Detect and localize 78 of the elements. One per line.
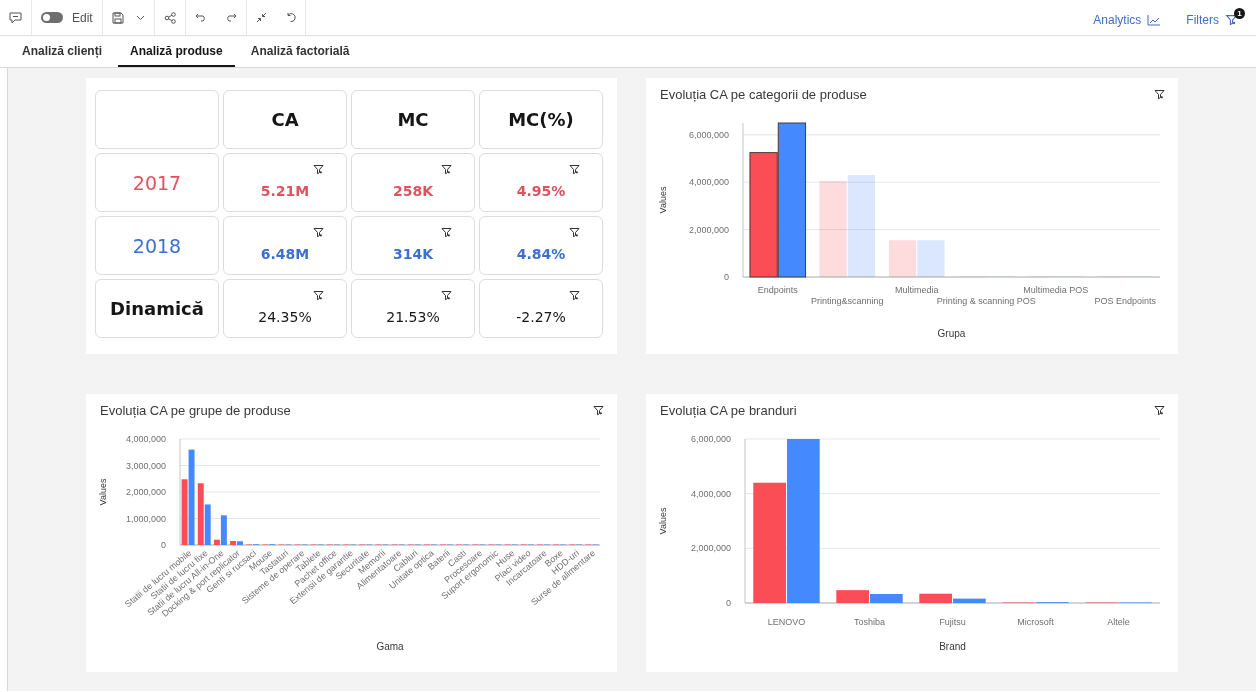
axis-tick-label: 2,000,000 — [688, 224, 729, 235]
axis-tick-label: 3,000,000 — [125, 460, 166, 471]
edit-label: Edit — [72, 10, 93, 25]
axis-tick-label: Printing & scanning POS — [936, 296, 1036, 306]
axis-tick-label: 6,000,000 — [688, 129, 729, 140]
filter-icon — [1225, 14, 1238, 26]
axis-tick-label: Altele — [1107, 617, 1130, 627]
axis-tick-label: 0 — [161, 540, 166, 550]
filter-icon[interactable] — [1154, 405, 1165, 416]
filter-icon[interactable] — [313, 164, 324, 175]
column-header: MC(%) — [508, 109, 574, 130]
filters-button[interactable]: Filters 1 — [1186, 6, 1246, 29]
axis-tick-label: Multimedia — [895, 285, 939, 295]
filter-icon[interactable] — [313, 290, 324, 301]
redo-icon[interactable] — [224, 13, 237, 22]
filter-icon[interactable] — [441, 227, 452, 238]
axis-tick-label: Printing&scanning — [811, 296, 884, 306]
chart-title: Evoluția CA pe branduri — [660, 403, 797, 418]
axis-title: Grupa — [937, 328, 966, 339]
chevron-down-icon[interactable] — [135, 14, 145, 21]
axis-tick-label: 2,000,000 — [690, 543, 731, 554]
filter-icon[interactable] — [441, 290, 452, 301]
axis-tick-label: 4,000,000 — [690, 488, 731, 499]
axis-tick-label: Toshiba — [854, 617, 885, 627]
column-header: CA — [271, 109, 299, 130]
count-badge: 1 — [1234, 8, 1245, 19]
chart-title: Evoluția CA pe grupe de produse — [100, 403, 291, 418]
axis-tick-label: 4,000,000 — [125, 434, 166, 444]
axis-tick-label: POS Endpoints — [1094, 296, 1156, 306]
metric-value: 258K — [392, 182, 434, 199]
axis-tick-label: Multimedia POS — [1023, 285, 1089, 295]
bar[interactable] — [777, 122, 807, 278]
metric-value: 21.53% — [386, 308, 440, 325]
row-label: Dinamică — [110, 298, 204, 319]
save-icon[interactable] — [111, 11, 124, 24]
line-chart-icon — [1147, 14, 1161, 26]
axis-tick-label: 4,000,000 — [688, 177, 729, 188]
column-header: MC — [397, 109, 429, 130]
comment-icon[interactable] — [9, 11, 22, 24]
tab[interactable]: Analiză clienți — [10, 36, 115, 67]
filter-icon[interactable] — [441, 164, 452, 175]
filter-icon[interactable] — [569, 227, 580, 238]
filter-icon[interactable] — [1154, 89, 1165, 100]
axis-title: Values — [658, 186, 668, 214]
axis-tick-label: 6,000,000 — [690, 434, 731, 444]
analytics-button[interactable]: Analytics — [1093, 6, 1169, 29]
axis-tick-label: LENOVO — [767, 617, 806, 627]
filter-icon[interactable] — [593, 405, 604, 416]
chart-title: Evoluția CA pe categorii de produse — [660, 87, 867, 102]
metric-value: 4.84% — [516, 245, 566, 262]
axis-tick-label: 1,000,000 — [125, 513, 166, 524]
metric-value: 6.48M — [260, 245, 310, 262]
filter-icon[interactable] — [569, 290, 580, 301]
axis-tick-label: 0 — [726, 598, 731, 608]
axis-tick-label: 2,000,000 — [125, 487, 166, 497]
axis-title: Values — [98, 478, 108, 506]
metric-value: -2.27% — [516, 308, 566, 325]
filter-icon[interactable] — [313, 227, 324, 238]
axis-tick-label: Microsoft — [1017, 617, 1054, 627]
axis-title: Values — [658, 507, 668, 535]
metric-value: 314K — [392, 245, 434, 262]
row-label: 2018 — [132, 234, 182, 257]
edit-toggle[interactable] — [41, 12, 63, 23]
metric-value: 24.35% — [258, 308, 312, 325]
undo-icon[interactable] — [194, 13, 207, 22]
metric-value: 4.95% — [516, 182, 566, 199]
axis-tick-label: 0 — [724, 272, 729, 282]
tab[interactable]: Analiză factorială — [238, 36, 362, 67]
collapse-icon[interactable] — [255, 12, 267, 23]
row-label: 2017 — [132, 171, 182, 194]
axis-tick-label: Endpoints — [757, 285, 798, 295]
share-icon[interactable] — [163, 11, 176, 24]
reset-icon[interactable] — [284, 12, 296, 23]
axis-title: Brand — [939, 641, 966, 652]
filter-icon[interactable] — [569, 164, 580, 175]
metric-value: 5.21M — [260, 182, 310, 199]
axis-title: Gama — [376, 641, 404, 652]
axis-tick-label: Fujitsu — [939, 617, 966, 627]
